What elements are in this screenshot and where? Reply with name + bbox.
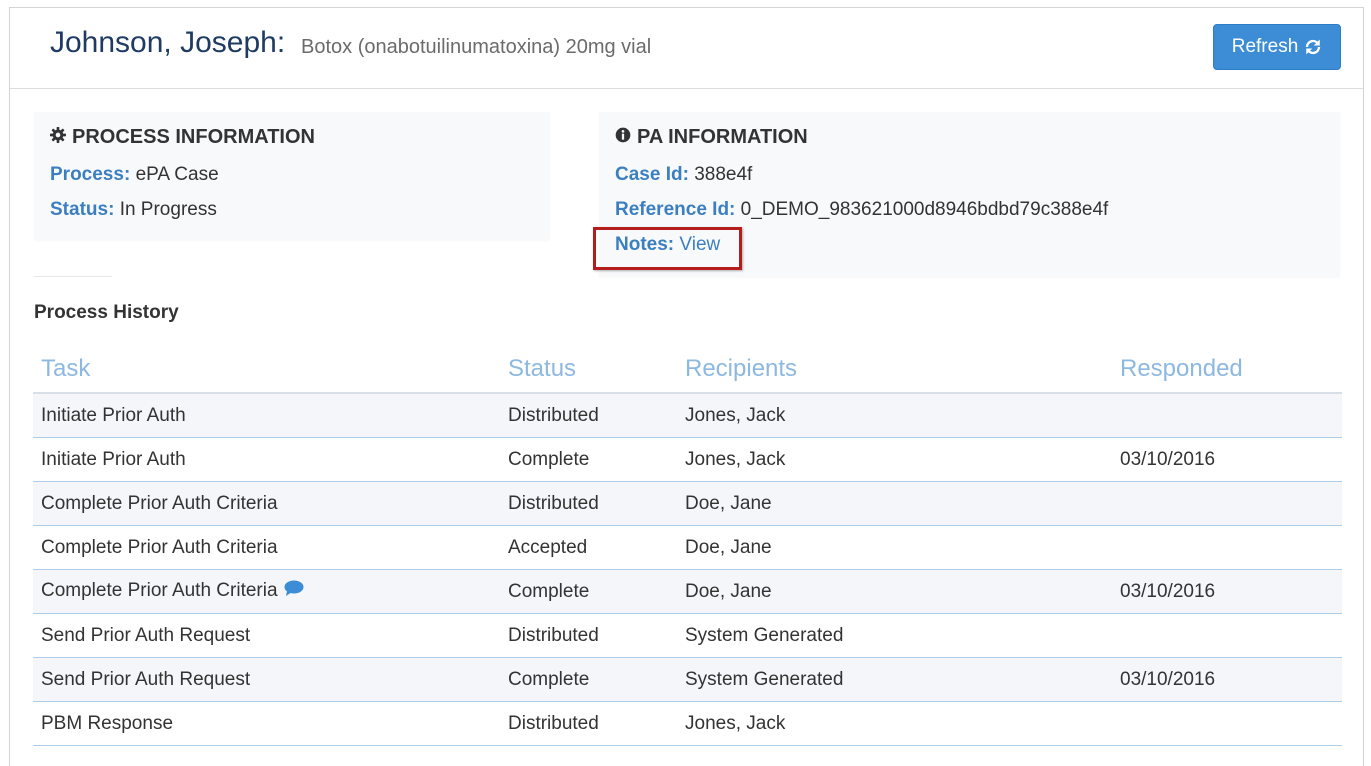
table-row: PBM Response Distributed Jones, Jack [33,701,1342,746]
process-value: ePA Case [135,164,219,185]
task-cell: Send Prior Auth Request [33,613,500,658]
column-header-task[interactable]: Task [33,346,500,394]
divider [34,276,112,277]
task-cell: PBM Response [33,701,500,746]
table-row: Complete Prior Auth Criteria Complete Do… [33,569,1342,614]
patient-name: Johnson, Joseph: [50,26,286,59]
reference-id-row: Reference Id: 0_DEMO_983621000d8946bdbd7… [615,199,1108,221]
status-label: Status: [50,199,115,220]
column-header-status[interactable]: Status [500,346,677,394]
task-cell: Complete Prior Auth Criteria [33,481,500,526]
case-id-label: Case Id: [615,164,689,185]
case-id-value: 388e4f [694,164,753,185]
status-cell: Accepted [500,525,677,570]
recipients-cell: Doe, Jane [677,569,1112,614]
gear-icon [50,126,66,149]
chat-bubble-icon[interactable] [284,580,304,602]
task-cell: Send Prior Auth Request [33,657,500,702]
process-row: Process: ePA Case [50,164,219,186]
table-row: Complete Prior Auth Criteria Accepted Do… [33,525,1342,570]
notes-highlight-annotation [593,227,742,270]
reference-id-label: Reference Id: [615,199,736,220]
status-value: In Progress [119,199,217,220]
responded-cell: 03/10/2016 [1112,437,1342,482]
status-cell: Distributed [500,701,677,746]
responded-cell [1112,525,1342,570]
process-information-title: PROCESS INFORMATION [50,126,315,149]
task-cell: Complete Prior Auth Criteria [33,525,500,570]
responded-cell [1112,613,1342,658]
case-id-row: Case Id: 388e4f [615,164,752,186]
recipients-cell: Jones, Jack [677,437,1112,482]
responded-cell [1112,393,1342,438]
responded-cell: 03/10/2016 [1112,569,1342,614]
refresh-button[interactable]: Refresh [1213,24,1341,70]
pa-information-title: PA INFORMATION [615,126,808,149]
table-row: Complete Prior Auth Criteria Distributed… [33,481,1342,526]
responded-cell [1112,701,1342,746]
table-header-row: Task Status Recipients Responded [33,346,1342,394]
recipients-cell: Doe, Jane [677,481,1112,526]
task-text: Complete Prior Auth Criteria [41,580,278,602]
table-row: Initiate Prior Auth Distributed Jones, J… [33,393,1342,438]
process-information-box: PROCESS INFORMATION Process: ePA Case St… [34,112,550,239]
task-cell: Initiate Prior Auth [33,437,500,482]
refresh-label: Refresh [1231,36,1299,57]
status-cell: Complete [500,437,677,482]
process-label: Process: [50,164,131,185]
panel-header: Johnson, Joseph: Botox (onabotuilinumato… [10,8,1363,89]
table-row: Initiate Prior Auth Complete Jones, Jack… [33,437,1342,482]
task-cell-with-comment: Complete Prior Auth Criteria [33,569,500,614]
status-cell: Distributed [500,613,677,658]
recipients-cell: System Generated [677,613,1112,658]
column-header-responded[interactable]: Responded [1112,346,1342,394]
case-panel: Johnson, Joseph: Botox (onabotuilinumato… [9,7,1364,766]
reference-id-value: 0_DEMO_983621000d8946bdbd79c388e4f [740,199,1109,220]
task-cell: Initiate Prior Auth [33,393,500,438]
status-cell: Distributed [500,481,677,526]
status-cell: Complete [500,657,677,702]
pa-information-title-text: PA INFORMATION [637,126,808,148]
responded-cell [1112,481,1342,526]
column-header-recipients[interactable]: Recipients [677,346,1112,394]
refresh-icon [1304,38,1322,56]
recipients-cell: Jones, Jack [677,701,1112,746]
status-cell: Complete [500,569,677,614]
recipients-cell: Jones, Jack [677,393,1112,438]
responded-cell: 03/10/2016 [1112,657,1342,702]
status-cell: Distributed [500,393,677,438]
process-history-title: Process History [34,302,179,323]
info-circle-icon [615,126,631,149]
status-row: Status: In Progress [50,199,217,221]
table-row: Send Prior Auth Request Complete System … [33,657,1342,702]
recipients-cell: System Generated [677,657,1112,702]
process-history-table: Task Status Recipients Responded Initiat… [33,346,1342,746]
process-information-title-text: PROCESS INFORMATION [72,126,315,148]
recipients-cell: Doe, Jane [677,525,1112,570]
drug-name: Botox (onabotuilinumatoxina) 20mg vial [301,36,652,58]
table-row: Send Prior Auth Request Distributed Syst… [33,613,1342,658]
